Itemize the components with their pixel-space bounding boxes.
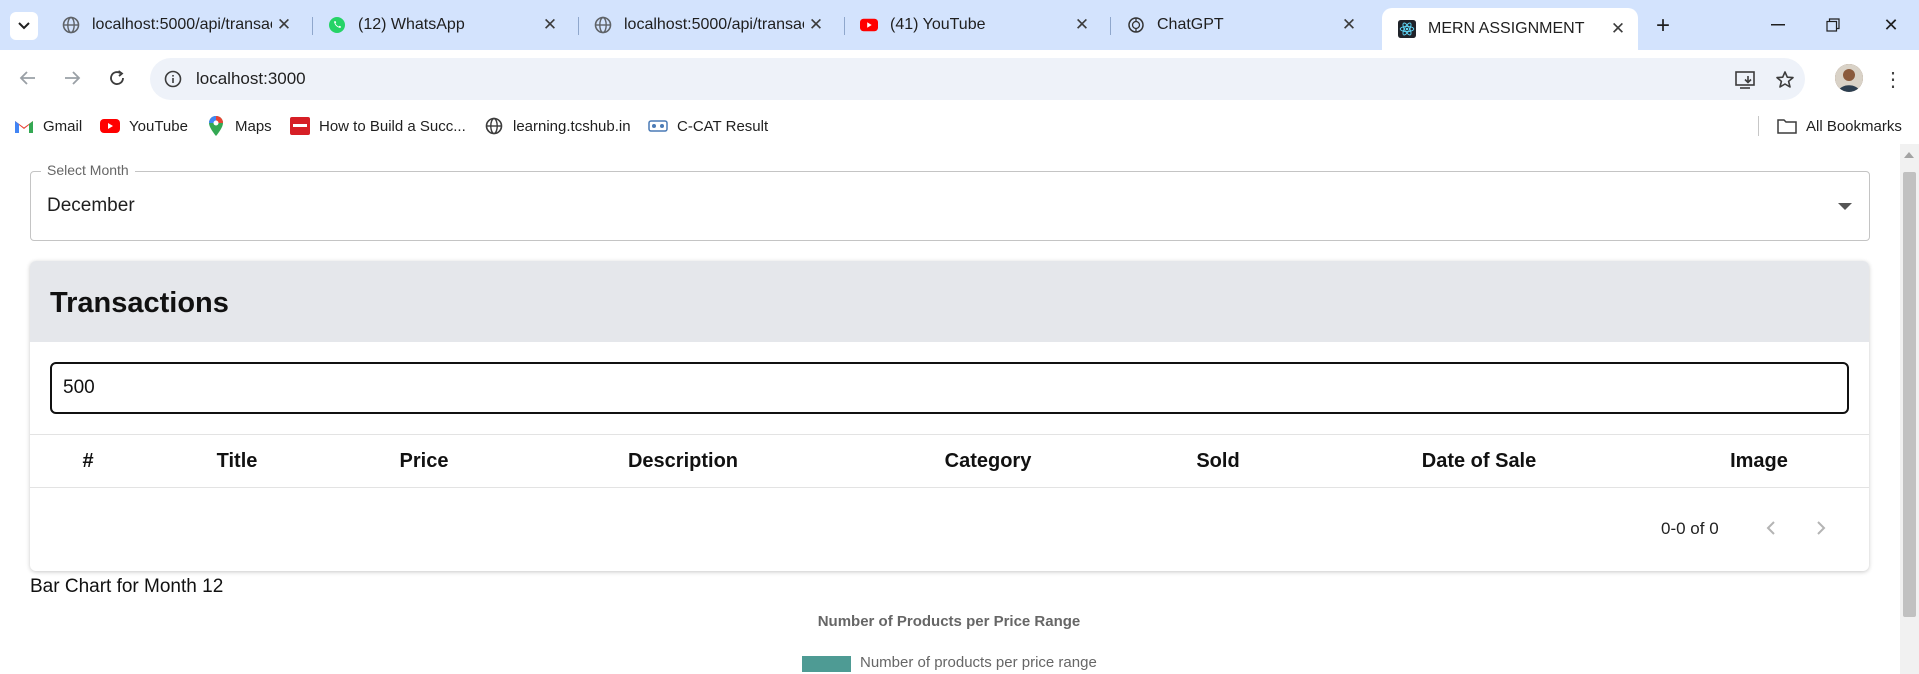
more-menu-icon[interactable]: ⋮ — [1880, 66, 1906, 92]
bookmark-divider — [1758, 116, 1759, 136]
bookmark-label: learning.tcshub.in — [513, 117, 631, 135]
tab-api-transactions-1[interactable]: localhost:5000/api/transacti ✕ — [46, 8, 304, 42]
globe-icon — [594, 16, 612, 34]
transactions-card-header: Transactions — [30, 261, 1869, 342]
tab-label: (12) WhatsApp — [358, 16, 465, 33]
scrollbar-thumb[interactable] — [1903, 172, 1916, 617]
bookmark-how-to-build[interactable]: How to Build a Succ... — [290, 115, 466, 137]
column-header-sold: Sold — [1196, 450, 1240, 472]
column-header-image: Image — [1730, 450, 1788, 472]
globe-icon — [62, 16, 80, 34]
react-icon — [1398, 20, 1416, 38]
column-header-price: Price — [399, 450, 449, 472]
previous-page-button[interactable] — [1758, 515, 1784, 541]
tab-mern-assignment[interactable]: MERN ASSIGNMENT ✕ — [1382, 8, 1638, 50]
search-input-value[interactable]: 500 — [63, 377, 95, 399]
bar-chart-heading: Bar Chart for Month 12 — [30, 576, 224, 597]
forward-button[interactable] — [56, 62, 88, 94]
site-info-icon[interactable] — [162, 68, 184, 90]
bookmark-label: Gmail — [43, 117, 83, 135]
column-header-description: Description — [627, 450, 739, 472]
minimize-icon — [1771, 24, 1785, 26]
close-icon: ✕ — [1883, 14, 1899, 35]
plus-icon: + — [1655, 12, 1670, 39]
month-select-value[interactable]: December — [47, 195, 135, 217]
address-bar[interactable] — [150, 58, 1805, 100]
youtube-icon — [100, 116, 120, 136]
tab-label: localhost:5000/api/transacti — [624, 16, 804, 33]
profile-avatar[interactable] — [1835, 64, 1863, 92]
tab-label: MERN ASSIGNMENT — [1428, 20, 1585, 37]
chevron-down-icon — [18, 22, 30, 30]
chevron-right-icon — [1817, 521, 1826, 535]
arrow-right-icon — [65, 71, 81, 85]
tab-chatgpt[interactable]: ChatGPT ✕ — [1111, 8, 1369, 42]
bookmark-site-icon — [290, 116, 310, 136]
table-header-row: # Title Price Description Category Sold … — [30, 434, 1869, 488]
chart-title: Number of Products per Price Range — [817, 613, 1081, 630]
column-header-category: Category — [944, 450, 1032, 472]
gmail-icon — [14, 116, 34, 136]
close-icon[interactable]: ✕ — [1337, 13, 1361, 37]
bookmark-learning-tcshub[interactable]: learning.tcshub.in — [484, 115, 631, 137]
reload-icon — [110, 70, 124, 85]
arrow-left-icon — [19, 71, 35, 85]
bookmark-label: Maps — [235, 117, 272, 135]
maps-icon — [206, 116, 226, 136]
bookmark-label: YouTube — [129, 117, 188, 135]
column-header-number: # — [82, 450, 94, 472]
transactions-card: Transactions 500 # Title Price Descripti… — [30, 261, 1869, 571]
star-icon[interactable] — [1772, 67, 1798, 93]
transactions-title: Transactions — [50, 287, 229, 319]
legend-label[interactable]: Number of products per price range — [860, 654, 1097, 671]
bookmark-maps[interactable]: Maps — [206, 115, 272, 137]
back-button[interactable] — [12, 62, 44, 94]
bookmark-youtube[interactable]: YouTube — [100, 115, 188, 137]
reload-button[interactable] — [101, 62, 133, 94]
window-close-button[interactable]: ✕ — [1871, 10, 1911, 40]
ccat-icon — [648, 116, 668, 136]
close-icon[interactable]: ✕ — [1606, 17, 1630, 41]
all-bookmarks-button[interactable]: All Bookmarks — [1777, 115, 1902, 137]
tab-youtube[interactable]: (41) YouTube ✕ — [844, 8, 1102, 42]
globe-icon — [484, 116, 504, 136]
legend-swatch[interactable] — [802, 656, 851, 672]
address-url[interactable]: localhost:3000 — [196, 69, 306, 89]
folder-icon — [1777, 116, 1797, 136]
install-app-icon[interactable] — [1733, 67, 1759, 93]
restore-button[interactable] — [1813, 10, 1853, 40]
close-icon[interactable]: ✕ — [272, 13, 296, 37]
search-input[interactable]: 500 — [50, 362, 1849, 414]
pagination-range: 0-0 of 0 — [1661, 519, 1719, 538]
bookmarks-bar — [0, 108, 1919, 144]
close-icon[interactable]: ✕ — [804, 13, 828, 37]
whatsapp-icon — [328, 16, 346, 34]
next-page-button[interactable] — [1808, 515, 1834, 541]
column-header-title: Title — [216, 450, 258, 472]
tab-label: ChatGPT — [1157, 16, 1224, 33]
bookmark-label: C-CAT Result — [677, 117, 769, 135]
bookmark-label: How to Build a Succ... — [319, 117, 466, 135]
bookmark-gmail[interactable]: Gmail — [14, 115, 82, 137]
minimize-button[interactable] — [1758, 10, 1798, 40]
tab-whatsapp[interactable]: (12) WhatsApp ✕ — [312, 8, 570, 42]
month-select-label: Select Month — [41, 162, 135, 178]
youtube-icon — [860, 16, 878, 34]
close-icon[interactable]: ✕ — [538, 13, 562, 37]
bookmark-ccat-result[interactable]: C-CAT Result — [648, 115, 768, 137]
caret-down-icon[interactable] — [1838, 203, 1852, 210]
tab-api-transactions-2[interactable]: localhost:5000/api/transacti ✕ — [578, 8, 836, 42]
restore-icon — [1826, 18, 1840, 32]
close-icon[interactable]: ✕ — [1070, 13, 1094, 37]
column-header-date-of-sale: Date of Sale — [1421, 450, 1537, 472]
tab-search-button[interactable] — [10, 12, 38, 40]
tab-label: localhost:5000/api/transacti — [92, 16, 272, 33]
scroll-up-arrow-icon[interactable] — [1904, 152, 1914, 158]
chevron-left-icon — [1766, 521, 1775, 535]
new-tab-button[interactable]: + — [1648, 11, 1678, 41]
chatgpt-icon — [1127, 16, 1145, 34]
all-bookmarks-label: All Bookmarks — [1806, 117, 1902, 135]
month-select[interactable] — [30, 171, 1870, 241]
tab-label: (41) YouTube — [890, 16, 986, 33]
